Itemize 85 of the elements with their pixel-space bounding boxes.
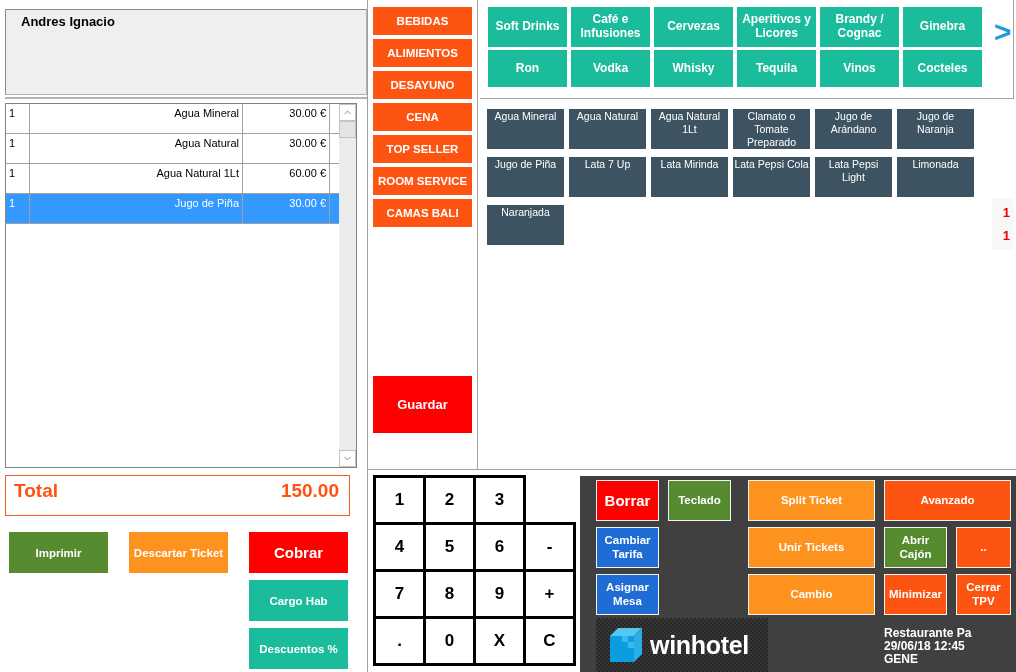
table-cell: Agua Natural xyxy=(30,134,243,163)
subcategory-button[interactable]: Ginebra xyxy=(903,7,982,47)
order-row[interactable]: 1 Jugo de Piña 30.00 € xyxy=(6,194,339,224)
table-cell: 30.00 € xyxy=(243,104,330,133)
status-line: 29/06/18 12:45 xyxy=(884,640,966,653)
table-cell: 60.00 € xyxy=(243,164,330,193)
status-line: Restaurante Pa xyxy=(884,627,973,640)
table-cell: 1 xyxy=(6,164,30,193)
order-row[interactable]: 1 Agua Natural 30.00 € xyxy=(6,134,339,164)
scrollbar[interactable] xyxy=(339,104,356,467)
scrollbar-thumb[interactable] xyxy=(339,121,356,138)
function-button[interactable]: Unir Tickets xyxy=(748,527,875,568)
order-row[interactable]: 1 Agua Natural 1Lt 60.00 € xyxy=(6,164,339,194)
product-button[interactable]: Lata Pepsi Light xyxy=(815,157,892,197)
product-button[interactable]: Agua Natural 1Lt xyxy=(651,109,728,149)
table-cell: Jugo de Piña xyxy=(30,194,243,223)
subcategory-button[interactable]: Vinos xyxy=(820,50,899,87)
counter-label: 1 xyxy=(1002,227,1010,245)
scroll-down-button[interactable] xyxy=(339,450,356,467)
action-button[interactable]: Descartar Ticket xyxy=(129,532,228,573)
function-button[interactable]: Cerrar TPV xyxy=(956,574,1011,615)
logo-text: winhotel xyxy=(650,630,749,660)
table-cell: 1 xyxy=(6,194,30,223)
subcategory-button[interactable]: Tequila xyxy=(737,50,816,87)
product-button[interactable]: Jugo de Piña xyxy=(487,157,564,197)
scroll-up-button[interactable] xyxy=(339,104,356,121)
function-button[interactable]: Abrir Cajón xyxy=(884,527,947,568)
product-button[interactable]: Clamato o Tomate Preparado xyxy=(733,109,810,149)
function-button[interactable]: Minimizar xyxy=(884,574,947,615)
function-button[interactable]: Split Ticket xyxy=(748,480,875,521)
subcategory-button[interactable]: Soft Drinks xyxy=(488,7,567,47)
table-cell: 1 xyxy=(6,134,30,163)
function-button[interactable]: Borrar xyxy=(596,480,659,521)
product-button[interactable]: Jugo de Naranja xyxy=(897,109,974,149)
total-label: Total xyxy=(14,480,58,502)
category-button[interactable]: TOP SELLER xyxy=(373,135,472,163)
save-button[interactable]: Guardar xyxy=(373,376,472,433)
action-button[interactable]: Cargo Hab xyxy=(249,580,348,621)
numpad-key[interactable]: . xyxy=(373,616,426,666)
order-row[interactable]: 1 Agua Mineral 30.00 € xyxy=(6,104,339,134)
total-amount: 150.00 xyxy=(280,480,339,502)
customer-name: Andres Ignacio xyxy=(21,14,115,29)
numpad-key[interactable]: - xyxy=(523,522,576,572)
product-button[interactable]: Lata Mirinda xyxy=(651,157,728,197)
table-cell: 30.00 € xyxy=(243,134,330,163)
table-cell: 1 xyxy=(6,104,30,133)
category-button[interactable]: DESAYUNO xyxy=(373,71,472,99)
action-button[interactable]: Imprimir xyxy=(9,532,108,573)
subcategory-button[interactable]: Cervezas xyxy=(654,7,733,47)
table-cell: Agua Natural 1Lt xyxy=(30,164,243,193)
table-cell: 30.00 € xyxy=(243,194,330,223)
product-button[interactable]: Agua Mineral xyxy=(487,109,564,149)
next-page-button[interactable]: > xyxy=(994,17,1012,47)
subcategory-button[interactable]: Ron xyxy=(488,50,567,87)
product-button[interactable]: Limonada xyxy=(897,157,974,197)
function-button[interactable]: Asignar Mesa xyxy=(596,574,659,615)
action-button[interactable]: Cobrar xyxy=(249,532,348,573)
subcategory-button[interactable]: Brandy / Cognac xyxy=(820,7,899,47)
numpad-key[interactable]: 3 xyxy=(473,475,526,525)
function-button[interactable]: Cambiar Tarifa xyxy=(596,527,659,568)
product-button[interactable]: Lata 7 Up xyxy=(569,157,646,197)
product-button[interactable]: Lata Pepsi Cola xyxy=(733,157,810,197)
cube-icon xyxy=(610,628,642,662)
category-button[interactable]: CAMAS BALI xyxy=(373,199,472,227)
product-button[interactable]: Agua Natural xyxy=(569,109,646,149)
table-cell: Agua Mineral xyxy=(30,104,243,133)
product-button[interactable]: Naranjada xyxy=(487,205,564,245)
action-button[interactable]: Descuentos % xyxy=(249,628,348,669)
subcategory-button[interactable]: Whisky xyxy=(654,50,733,87)
subcategory-button[interactable]: Aperitivos y Licores xyxy=(737,7,816,47)
function-button[interactable]: .. xyxy=(956,527,1011,568)
function-button[interactable]: Avanzado xyxy=(884,480,1011,521)
subcategory-button[interactable]: Vodka xyxy=(571,50,650,87)
counter-label: 1 xyxy=(1002,204,1010,222)
numpad-key[interactable]: C xyxy=(523,616,576,666)
function-button[interactable]: Cambio xyxy=(748,574,875,615)
product-button[interactable]: Jugo de Arándano xyxy=(815,109,892,149)
status-line: GENE xyxy=(884,653,919,666)
category-button[interactable]: ALIMIENTOS xyxy=(373,39,472,67)
category-button[interactable]: CENA xyxy=(373,103,472,131)
subcategory-button[interactable]: Cocteles xyxy=(903,50,982,87)
function-button[interactable]: Teclado xyxy=(668,480,731,521)
subcategory-button[interactable]: Café e Infusiones xyxy=(571,7,650,47)
category-button[interactable]: ROOM SERVICE xyxy=(373,167,472,195)
category-button[interactable]: BEBIDAS xyxy=(373,7,472,35)
